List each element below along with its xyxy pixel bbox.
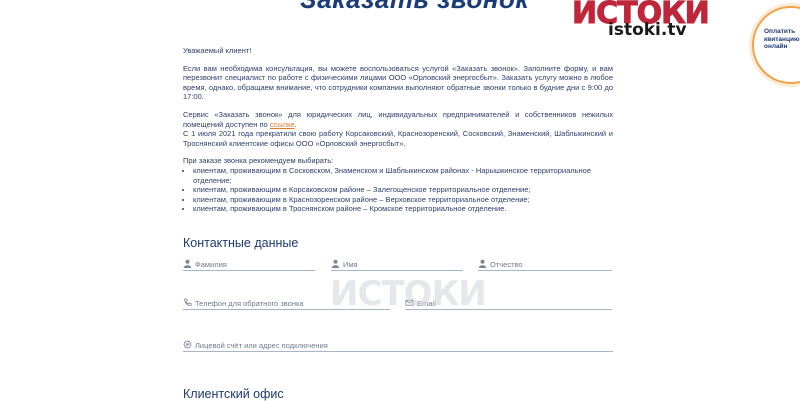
legal-entities-text: Сервис «Заказать звонок» для юридических… xyxy=(183,109,613,129)
account-placeholder: Лицевой счёт или адрес подключения xyxy=(195,341,328,350)
recommendation-list: клиентам, проживающим в Сосковском, Знам… xyxy=(183,166,613,214)
list-item: клиентам, проживающим в Корсаковском рай… xyxy=(193,185,613,195)
pay-badge-label: Оплатить квитанцию онлайн xyxy=(764,28,800,50)
list-item: клиентам, проживающим в Троснянском райо… xyxy=(193,204,613,214)
legal-entities-link[interactable]: ссылке xyxy=(270,120,295,129)
name-placeholder: Имя xyxy=(343,260,358,269)
offices-closed-paragraph: С 1 июля 2021 года прекратили свою работ… xyxy=(183,129,613,148)
istoki-logo: ИСТОКИ istoki.tv xyxy=(572,0,711,40)
phone-icon xyxy=(184,298,192,306)
surname-placeholder: Фамилия xyxy=(195,260,227,269)
contact-section-title: Контактные данные xyxy=(183,236,299,250)
list-item: клиентам, проживающим в Краснозоренском … xyxy=(193,195,613,205)
intro-text: Уважаемый клиент! Если вам необходима ко… xyxy=(183,46,613,214)
greeting: Уважаемый клиент! xyxy=(183,46,252,55)
person-icon xyxy=(331,259,340,268)
account-field[interactable]: Лицевой счёт или адрес подключения xyxy=(183,339,613,352)
patronymic-field[interactable]: Отчество xyxy=(478,258,612,271)
recommendation-title: При заказе звонка рекомендуем выбирать: xyxy=(183,156,334,166)
phone-placeholder: Телефон для обратного звонка xyxy=(195,299,304,308)
intro-paragraph: Если вам необходима консультация, вы мож… xyxy=(183,63,613,102)
account-icon xyxy=(183,340,192,349)
pay-online-badge[interactable]: Оплатить квитанцию онлайн xyxy=(752,6,800,84)
legal-entities-paragraph: Сервис «Заказать звонок» для юридических… xyxy=(183,110,613,129)
office-section-title: Клиентский офис xyxy=(183,387,284,401)
legal-entities-end: . xyxy=(294,119,297,129)
watermark-logo: ИСТОКИ xyxy=(330,274,487,314)
surname-field[interactable]: Фамилия xyxy=(183,258,315,271)
list-item: клиентам, проживающим в Сосковском, Знам… xyxy=(193,166,613,185)
logo-site: istoki.tv xyxy=(608,20,687,40)
person-icon xyxy=(478,259,487,268)
patronymic-placeholder: Отчество xyxy=(490,260,523,269)
person-icon xyxy=(183,259,192,268)
name-field[interactable]: Имя xyxy=(331,258,463,271)
page-title: Заказать звонок xyxy=(300,0,529,15)
